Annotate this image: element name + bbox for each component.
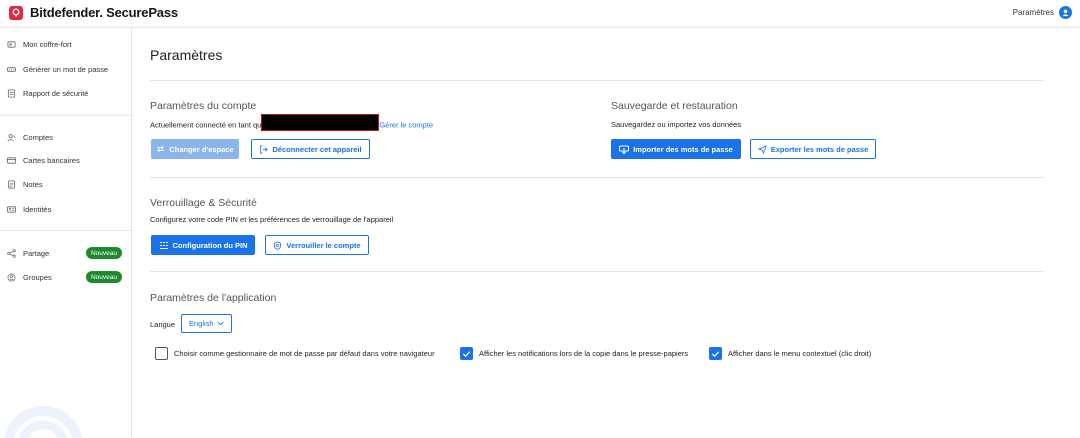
sidebar-item-groups[interactable]: Groupes Nouveau bbox=[0, 266, 131, 288]
lock-account-label: Verrouiller le compte bbox=[286, 240, 361, 250]
sidebar-item-notes[interactable]: Notes bbox=[0, 173, 131, 195]
bitdefender-logo-icon bbox=[9, 5, 23, 20]
backup-section-title: Sauvegarde et restauration bbox=[611, 100, 738, 112]
lock-section-title: Verrouillage & Sécurité bbox=[150, 197, 257, 209]
groups-icon bbox=[6, 272, 16, 282]
import-icon bbox=[619, 145, 630, 154]
sidebar-item-cards[interactable]: Cartes bancaires bbox=[0, 149, 131, 171]
settings-label: Paramètres bbox=[1012, 8, 1054, 17]
brand-company: Bitdefender. bbox=[30, 5, 103, 20]
disconnect-device-button[interactable]: Déconnecter cet appareil bbox=[251, 139, 370, 159]
brand-product: SecurePass bbox=[106, 5, 178, 20]
sidebar-item-label: Identités bbox=[23, 204, 52, 214]
sidebar-item-vault[interactable]: Mon coffre-fort bbox=[0, 33, 131, 55]
account-description: Actuellement connecté en tant qu Gérer le… bbox=[150, 114, 433, 131]
sidebar-item-sharing[interactable]: Partage Nouveau bbox=[0, 242, 131, 264]
context-menu-checkbox[interactable]: Afficher dans le menu contextuel (clic d… bbox=[709, 347, 871, 360]
note-icon bbox=[6, 179, 16, 189]
sidebar-item-label: Comptes bbox=[23, 132, 54, 142]
sidebar-item-label: Cartes bancaires bbox=[23, 155, 80, 165]
sidebar-item-identities[interactable]: Identités bbox=[0, 198, 131, 220]
sidebar-item-generator[interactable]: Générer un mot de passe bbox=[0, 58, 131, 80]
manage-account-link[interactable]: Gérer le compte bbox=[379, 120, 433, 129]
pin-setup-button[interactable]: Configuration du PIN bbox=[151, 235, 255, 255]
top-bar: Bitdefender. SecurePass Paramètres bbox=[0, 0, 1080, 28]
sidebar-item-label: Mon coffre-fort bbox=[23, 39, 72, 49]
divider bbox=[150, 80, 1044, 81]
lock-account-button[interactable]: Verrouiller le compte bbox=[265, 235, 369, 255]
sidebar-divider bbox=[0, 115, 131, 116]
export-passwords-label: Exporter les mots de passe bbox=[770, 144, 869, 154]
sidebar-item-label: Générer un mot de passe bbox=[23, 64, 109, 74]
logout-icon bbox=[259, 144, 269, 154]
shield-icon bbox=[273, 240, 282, 250]
swap-icon bbox=[156, 145, 165, 153]
backup-description: Sauvegardez ou importez vos données bbox=[611, 120, 742, 129]
pin-grid-icon bbox=[159, 241, 169, 250]
check-icon bbox=[460, 347, 473, 360]
language-value: English bbox=[189, 319, 214, 328]
pin-setup-label: Configuration du PIN bbox=[172, 240, 248, 250]
account-section-title: Paramètres du compte bbox=[150, 100, 257, 112]
checkbox-unchecked bbox=[155, 347, 168, 360]
accounts-icon bbox=[6, 132, 16, 142]
export-passwords-button[interactable]: Exporter les mots de passe bbox=[750, 139, 876, 159]
switch-space-button[interactable]: Changer d'espace bbox=[151, 139, 239, 159]
settings-menu-button[interactable]: Paramètres bbox=[1013, 6, 1072, 19]
chevron-down-icon bbox=[217, 321, 224, 326]
sidebar-item-label: Partage bbox=[23, 248, 50, 258]
account-connected-text: Actuellement connecté en tant qu bbox=[150, 120, 262, 130]
vault-icon bbox=[6, 39, 16, 49]
checkbox-label: Choisir comme gestionnaire de mot de pas… bbox=[174, 349, 435, 358]
user-avatar-icon bbox=[1059, 6, 1072, 19]
new-badge: Nouveau bbox=[86, 247, 122, 259]
lock-description: Configurez votre code PIN et les préfére… bbox=[150, 215, 394, 224]
language-select[interactable]: English bbox=[181, 314, 232, 333]
brand: Bitdefender. SecurePass bbox=[9, 5, 178, 20]
checkbox-label: Afficher les notifications lors de la co… bbox=[479, 349, 689, 358]
share-icon bbox=[6, 248, 16, 258]
checkbox-label: Afficher dans le menu contextuel (clic d… bbox=[728, 349, 872, 358]
brand-name: Bitdefender. SecurePass bbox=[30, 5, 178, 20]
clipboard-notifications-checkbox[interactable]: Afficher les notifications lors de la co… bbox=[460, 347, 688, 360]
password-generator-icon bbox=[6, 64, 16, 74]
divider bbox=[150, 177, 1044, 178]
sidebar-divider bbox=[0, 230, 131, 231]
report-icon bbox=[6, 88, 16, 98]
language-label: Langue bbox=[150, 320, 176, 329]
sidebar-item-label: Groupes bbox=[23, 272, 52, 282]
signal-watermark-icon bbox=[0, 388, 90, 438]
default-manager-checkbox[interactable]: Choisir comme gestionnaire de mot de pas… bbox=[155, 347, 435, 360]
sidebar-item-security-report[interactable]: Rapport de sécurité bbox=[0, 82, 131, 104]
card-icon bbox=[6, 155, 16, 165]
send-icon bbox=[757, 144, 767, 154]
divider bbox=[150, 271, 1044, 272]
import-passwords-button[interactable]: Importer des mots de passe bbox=[611, 139, 741, 159]
switch-space-label: Changer d'espace bbox=[169, 144, 234, 154]
new-badge: Nouveau bbox=[86, 271, 122, 283]
page-title: Paramètres bbox=[150, 47, 223, 63]
sidebar: Mon coffre-fort Générer un mot de passe … bbox=[0, 28, 132, 438]
app-section-title: Paramètres de l'application bbox=[150, 292, 277, 304]
sidebar-item-accounts[interactable]: Comptes bbox=[0, 126, 131, 148]
import-passwords-label: Importer des mots de passe bbox=[633, 144, 733, 154]
redacted-email bbox=[261, 114, 380, 131]
sidebar-item-label: Rapport de sécurité bbox=[23, 88, 89, 98]
sidebar-item-label: Notes bbox=[23, 179, 43, 189]
identity-icon bbox=[6, 204, 16, 214]
disconnect-device-label: Déconnecter cet appareil bbox=[272, 144, 362, 154]
check-icon bbox=[709, 347, 722, 360]
